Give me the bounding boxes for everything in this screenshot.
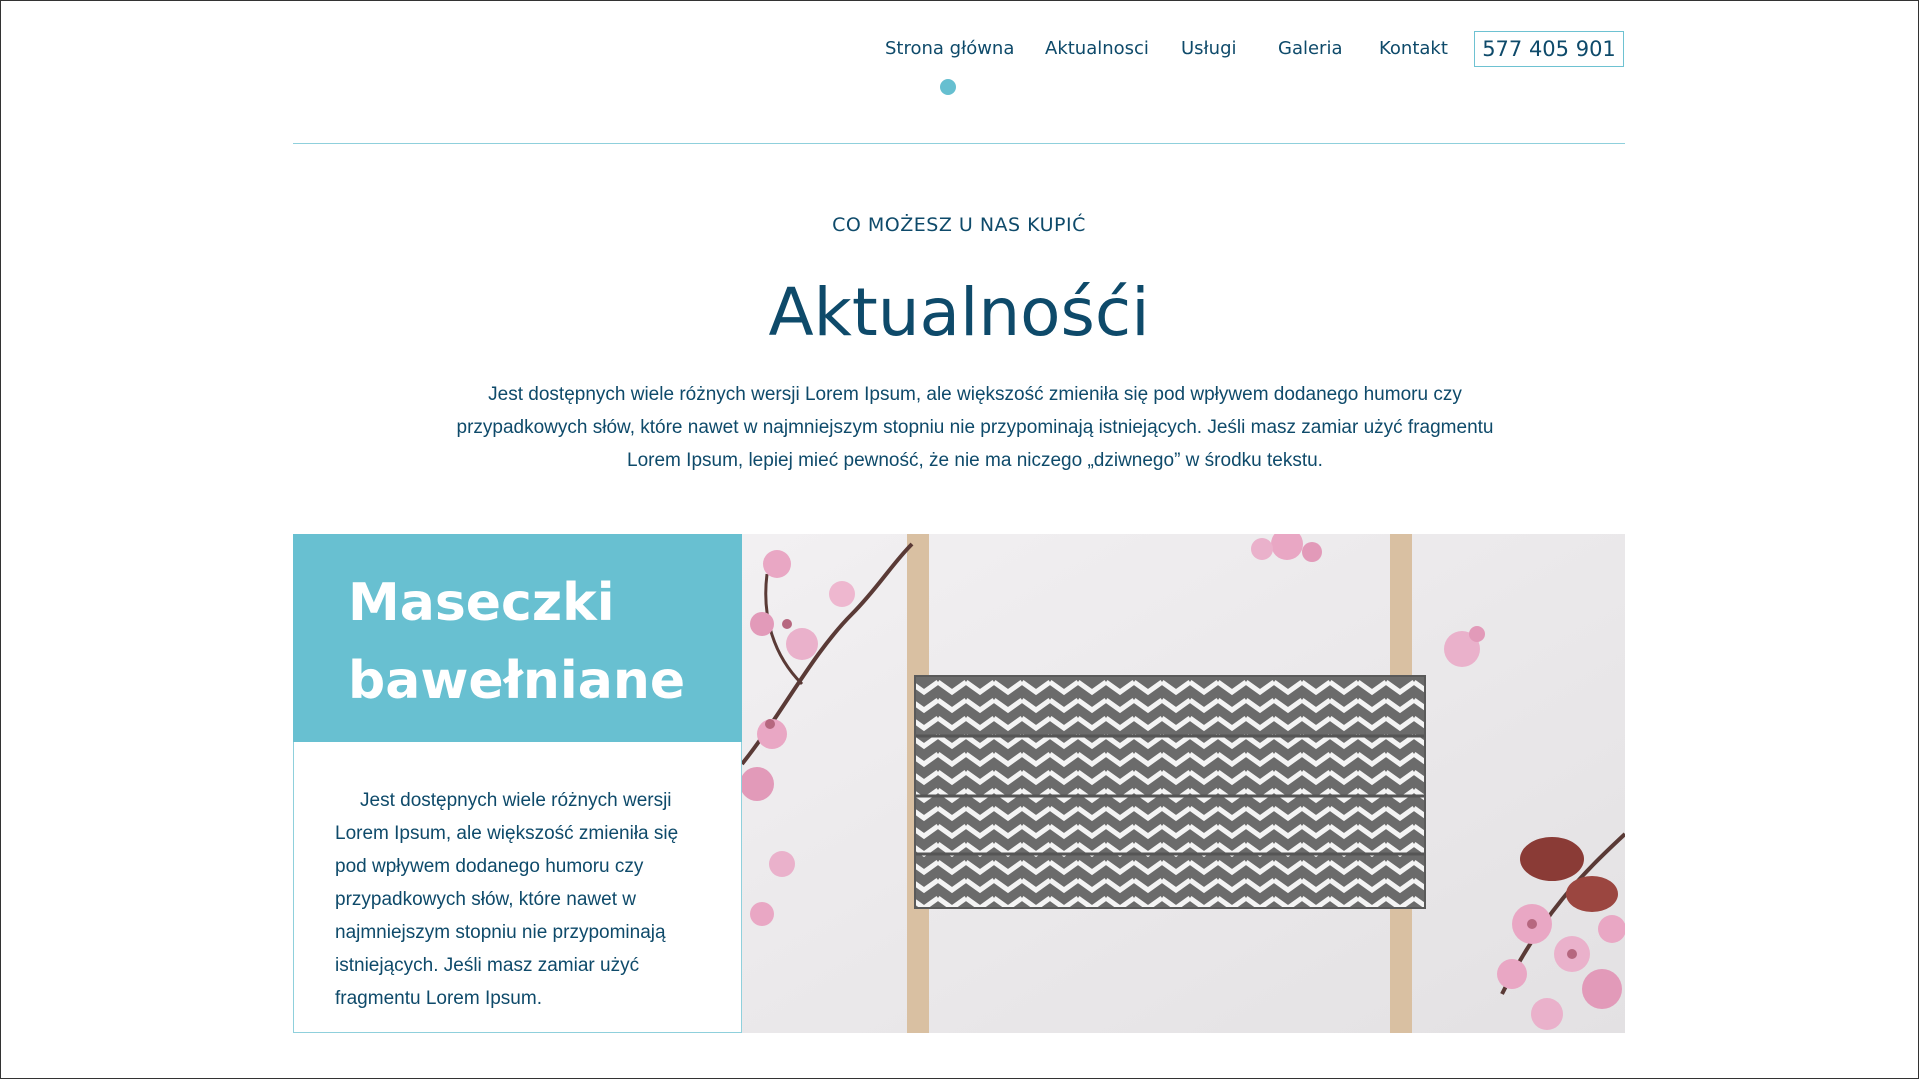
active-nav-indicator <box>940 79 956 95</box>
header-divider <box>293 143 1625 144</box>
card-title: Maseczki bawełniane <box>348 573 686 711</box>
mask-photo-illustration <box>742 534 1625 1033</box>
section-eyebrow: CO MOŻESZ U NAS KUPIĆ <box>832 214 1086 236</box>
nav-link-gallery[interactable]: Galeria <box>1278 31 1343 67</box>
nav-link-news[interactable]: Aktualnosci <box>1045 31 1149 67</box>
card-text: Jest dostępnych wiele różnych wersji Lor… <box>335 790 679 1009</box>
card-body: Jest dostępnych wiele różnych wersji Lor… <box>293 742 742 1033</box>
nav-link-contact[interactable]: Kontakt <box>1379 31 1448 67</box>
nav-link-home[interactable]: Strona główna <box>885 31 1014 67</box>
phone-button[interactable]: 577 405 901 <box>1474 31 1624 67</box>
main-nav: Strona główna Aktualnosci Usługi Galeria… <box>870 31 1626 99</box>
card-header: Maseczki bawełniane <box>293 534 742 742</box>
section-title: Aktualnośći <box>768 274 1150 351</box>
section-intro-text: Jest dostępnych wiele różnych wersji Lor… <box>456 384 1494 471</box>
product-photo <box>742 534 1625 1033</box>
nav-link-services[interactable]: Usługi <box>1181 31 1237 67</box>
mask-body <box>914 675 1426 909</box>
